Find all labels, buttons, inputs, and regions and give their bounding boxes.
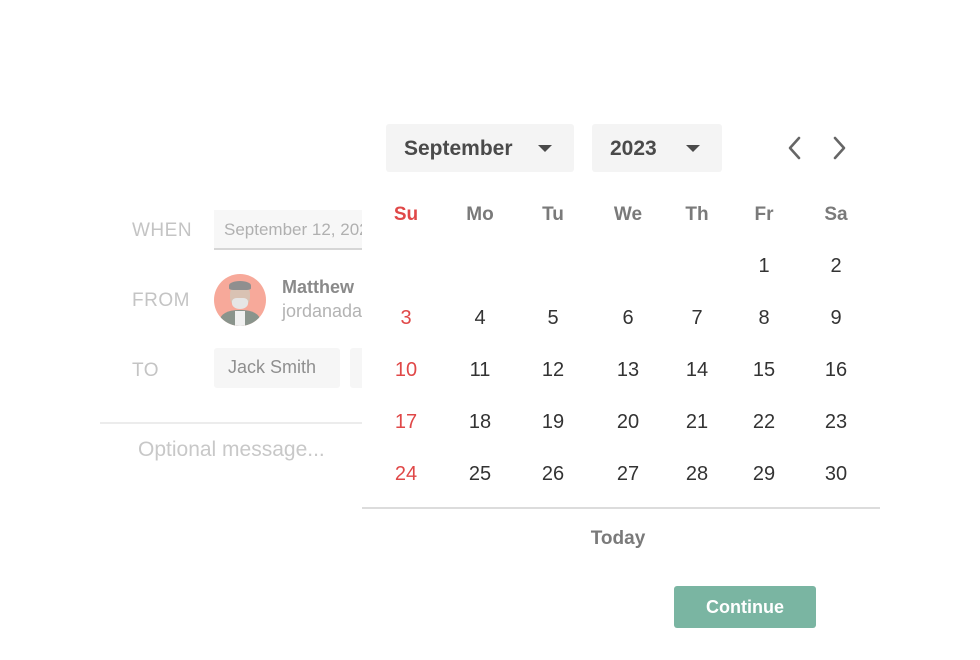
day-cell[interactable]: 25 <box>458 456 502 492</box>
day-cell[interactable]: 5 <box>531 300 575 336</box>
day-cell[interactable]: 2 <box>814 248 858 284</box>
day-cell[interactable]: 22 <box>742 404 786 440</box>
weekday-label: We <box>613 204 643 225</box>
divider <box>100 422 380 424</box>
message-input[interactable]: Optional message... <box>138 438 325 462</box>
day-cell[interactable]: 8 <box>742 300 786 336</box>
avatar <box>214 274 266 326</box>
continue-button[interactable]: Continue <box>674 586 816 628</box>
day-cell[interactable]: 24 <box>384 456 428 492</box>
day-cell[interactable]: 23 <box>814 404 858 440</box>
day-grid: 1 2 3 4 5 6 7 8 9 10 11 12 13 14 15 16 17 18 19 20 21 22 23 24 2… <box>362 250 880 510</box>
day-cell[interactable]: 21 <box>675 404 719 440</box>
recipient-chip[interactable]: Jack Smith <box>214 348 340 388</box>
weekday-label: Su <box>393 204 419 225</box>
month-select-value: September <box>404 137 513 160</box>
day-cell[interactable]: 26 <box>531 456 575 492</box>
day-cell[interactable]: 30 <box>814 456 858 492</box>
day-cell[interactable]: 7 <box>675 300 719 336</box>
day-cell[interactable]: 14 <box>675 352 719 388</box>
day-cell[interactable]: 4 <box>458 300 502 336</box>
date-picker: September 2023 Su Mo Tu We Th Fr Sa 1234567891… <box>362 100 880 660</box>
caret-down-icon <box>686 145 700 152</box>
chevron-right-icon <box>833 136 846 160</box>
weekday-label: Sa <box>824 204 848 225</box>
year-select[interactable]: 2023 <box>592 124 722 172</box>
day-cell[interactable]: 19 <box>531 404 575 440</box>
chevron-left-icon <box>788 136 801 160</box>
prev-month-button[interactable] <box>783 134 807 162</box>
today-button[interactable]: Today <box>568 528 668 550</box>
next-month-button[interactable] <box>827 134 851 162</box>
day-cell[interactable]: 17 <box>384 404 428 440</box>
sender-name: Matthew <box>282 277 354 297</box>
day-cell[interactable]: 18 <box>458 404 502 440</box>
weekday-label: Th <box>685 204 709 225</box>
day-cell[interactable]: 6 <box>606 300 650 336</box>
day-cell[interactable]: 13 <box>606 352 650 388</box>
when-label: WHEN <box>132 220 193 241</box>
caret-down-icon <box>538 145 552 152</box>
day-cell[interactable]: 3 <box>384 300 428 336</box>
day-cell[interactable]: 29 <box>742 456 786 492</box>
day-cell[interactable]: 1 <box>742 248 786 284</box>
weekday-label: Mo <box>466 204 494 225</box>
day-cell[interactable]: 28 <box>675 456 719 492</box>
day-cell[interactable]: 20 <box>606 404 650 440</box>
day-cell[interactable]: 9 <box>814 300 858 336</box>
year-select-value: 2023 <box>610 137 657 160</box>
weekday-label: Fr <box>754 204 774 225</box>
divider <box>362 507 880 509</box>
month-select[interactable]: September <box>386 124 574 172</box>
date-input[interactable]: September 12, 2023 <box>214 210 374 250</box>
weekday-header: Su Mo Tu We Th Fr Sa <box>362 204 880 228</box>
from-label: FROM <box>132 290 190 311</box>
day-cell[interactable]: 10 <box>384 352 428 388</box>
weekday-label: Tu <box>542 204 564 225</box>
day-cell[interactable]: 16 <box>814 352 858 388</box>
day-cell[interactable]: 12 <box>531 352 575 388</box>
to-label: TO <box>132 360 160 381</box>
day-cell[interactable]: 15 <box>742 352 786 388</box>
day-cell[interactable]: 11 <box>458 352 502 388</box>
day-cell[interactable]: 27 <box>606 456 650 492</box>
